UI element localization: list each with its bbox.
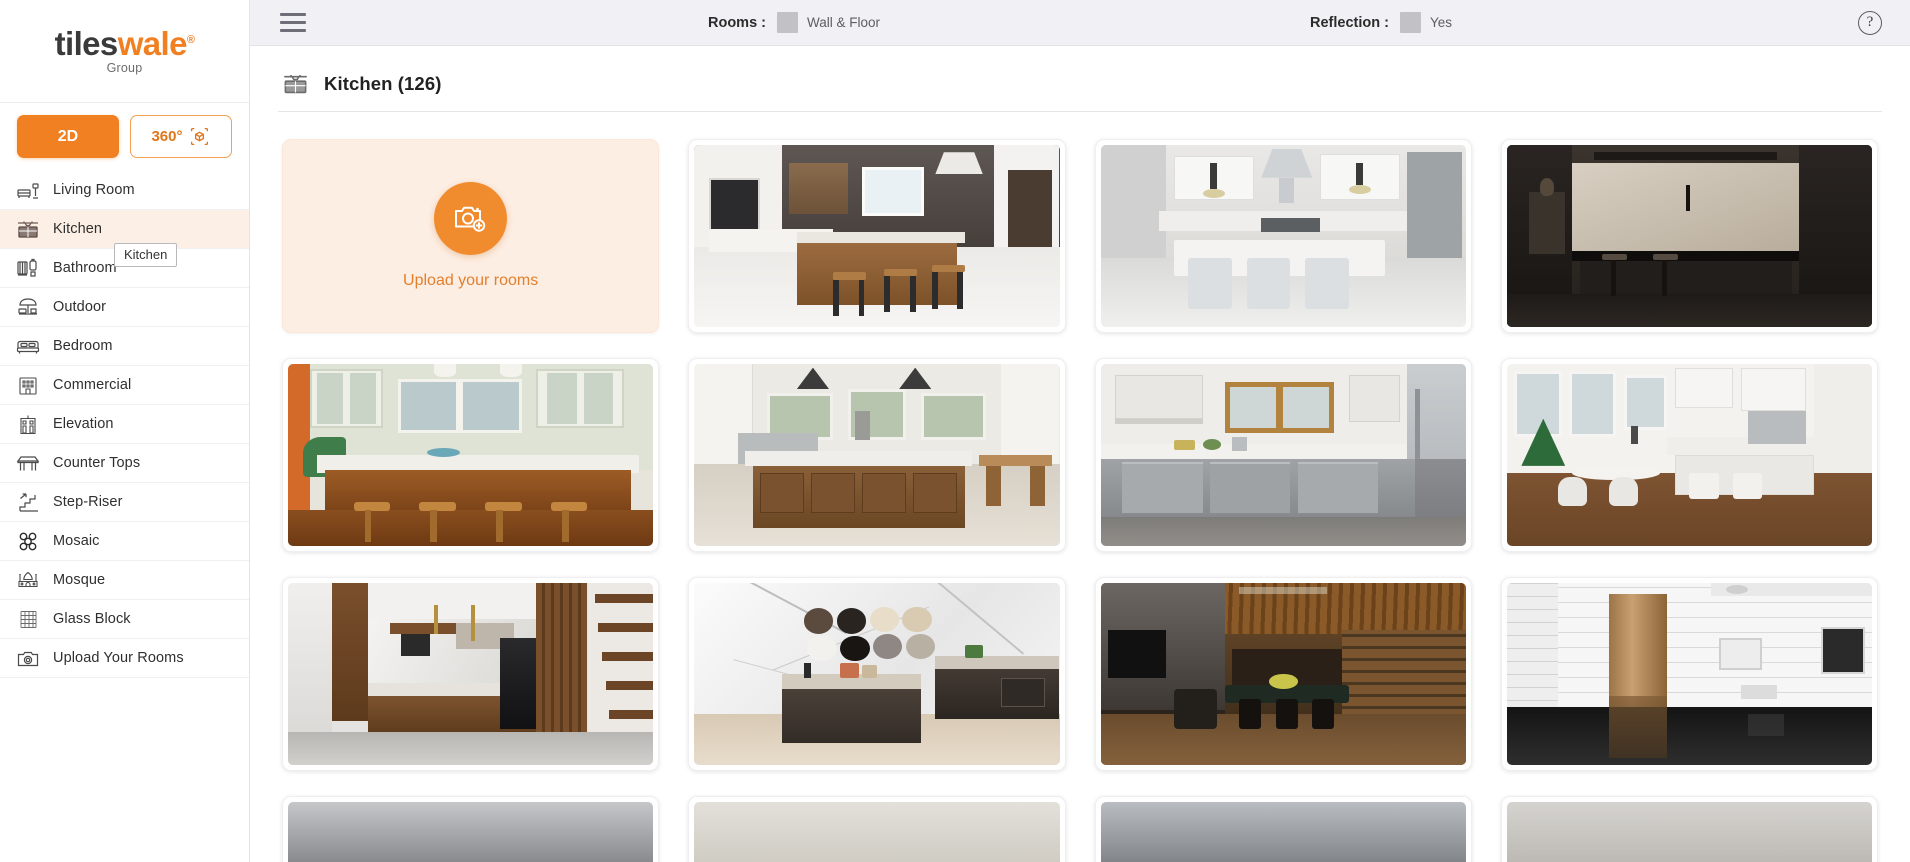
camera-plus-icon [434,182,508,255]
kitchen-thumb-15[interactable] [1500,796,1878,862]
mosque-icon [12,567,44,593]
kitchen-thumb-4[interactable] [282,358,660,552]
outdoor-icon [12,294,44,320]
sidebar-item-label: Bedroom [53,338,113,354]
sidebar-tooltip: Kitchen [114,243,178,267]
topbar-controls: Rooms : Wall & Floor Reflection : Yes [250,12,1910,33]
sidebar-item-glass-block[interactable]: Glass Block [0,600,249,639]
bedroom-icon [12,333,44,359]
sidebar-item-label: Counter Tops [53,455,141,471]
commercial-icon [12,372,44,398]
camera-icon [12,645,44,671]
upload-rooms-label: Upload your rooms [403,272,539,289]
topbar: Rooms : Wall & Floor Reflection : Yes ? [250,0,1910,46]
mode-360-button[interactable]: 360° [129,115,232,158]
kitchen-icon [12,216,44,242]
sidebar-item-counter-tops[interactable]: Counter Tops [0,444,249,483]
living-room-icon [12,177,44,203]
rooms-label: Rooms : [708,14,766,31]
glass-block-icon [12,606,44,632]
view-mode-switch: 2D 360° [0,103,249,171]
reflection-swatch[interactable] [1399,12,1421,33]
reflection-control: Reflection : Yes [1310,12,1452,33]
sidebar-item-upload-your-rooms[interactable]: Upload Your Rooms [0,639,249,678]
sidebar-item-outdoor[interactable]: Outdoor [0,288,249,327]
page-header: Kitchen (126) [278,46,1882,112]
sidebar-item-label: Kitchen [53,221,103,237]
mode-2d-button[interactable]: 2D [17,115,119,158]
sidebar-item-label: Living Room [53,182,135,198]
main-area: Rooms : Wall & Floor Reflection : Yes ? [250,0,1910,862]
sidebar-item-label: Upload Your Rooms [53,650,184,666]
kitchen-thumb-2[interactable] [1094,139,1472,333]
question-mark-icon[interactable]: ? [1858,10,1882,35]
kitchen-thumb-14[interactable] [1094,796,1472,862]
rooms-swatch[interactable] [777,12,798,33]
mosaic-icon [12,528,44,554]
brand-subtitle: Group [106,61,143,76]
page-title: Kitchen (126) [324,73,442,94]
sidebar-item-label: Mosque [53,572,106,588]
sidebar: tileswale® Group 2D 360° Living Room Kit… [0,0,250,862]
kitchen-thumb-10[interactable] [1094,577,1472,771]
kitchen-thumb-7[interactable] [1500,358,1878,552]
content-scroll-area: Kitchen (126) Upload your rooms [250,46,1910,862]
sidebar-item-bedroom[interactable]: Bedroom [0,327,249,366]
sidebar-item-label: Commercial [53,377,132,393]
kitchen-thumb-8[interactable] [282,577,660,771]
sidebar-item-commercial[interactable]: Commercial [0,366,249,405]
kitchen-thumb-6[interactable] [1094,358,1472,552]
bathroom-icon [12,255,44,281]
rooms-grid: Upload your rooms [278,112,1882,862]
sidebar-item-label: Bathroom [53,260,117,276]
kitchen-thumb-12[interactable] [282,796,660,862]
counter-tops-icon [12,450,44,476]
brand-name-part2: wale [117,25,188,63]
sidebar-item-mosaic[interactable]: Mosaic [0,522,249,561]
sidebar-item-label: Glass Block [53,611,131,627]
kitchen-thumb-5[interactable] [688,358,1066,552]
kitchen-thumb-13[interactable] [688,796,1066,862]
kitchen-thumb-11[interactable] [1500,577,1878,771]
sidebar-item-label: Step-Riser [53,494,123,510]
app-root: tileswale® Group 2D 360° Living Room Kit… [0,0,1910,862]
kitchen-thumb-3[interactable] [1500,139,1878,333]
rooms-value[interactable]: Wall & Floor [807,15,880,30]
reflection-value[interactable]: Yes [1430,15,1452,30]
sidebar-item-label: Outdoor [53,299,107,315]
step-riser-icon [12,489,44,515]
sidebar-item-label: Mosaic [53,533,100,549]
kitchen-icon [280,71,310,97]
reflection-label: Reflection : [1310,14,1389,31]
hamburger-icon[interactable] [280,13,306,32]
sidebar-item-mosque[interactable]: Mosque [0,561,249,600]
sidebar-item-label: Elevation [53,416,114,432]
mode-360-label: 360° [151,128,183,145]
brand-name-part1: tiles [54,25,119,63]
rooms-control: Rooms : Wall & Floor [708,12,880,33]
upload-rooms-card[interactable]: Upload your rooms [282,139,660,333]
sidebar-item-living-room[interactable]: Living Room [0,171,249,210]
sidebar-item-step-riser[interactable]: Step-Riser [0,483,249,522]
cube-3d-icon [189,126,210,147]
kitchen-thumb-9[interactable] [688,577,1066,771]
kitchen-thumb-1[interactable] [688,139,1066,333]
brand-logo[interactable]: tileswale® Group [0,0,249,103]
sidebar-item-elevation[interactable]: Elevation [0,405,249,444]
elevation-icon [12,411,44,437]
registered-mark: ® [186,34,195,47]
